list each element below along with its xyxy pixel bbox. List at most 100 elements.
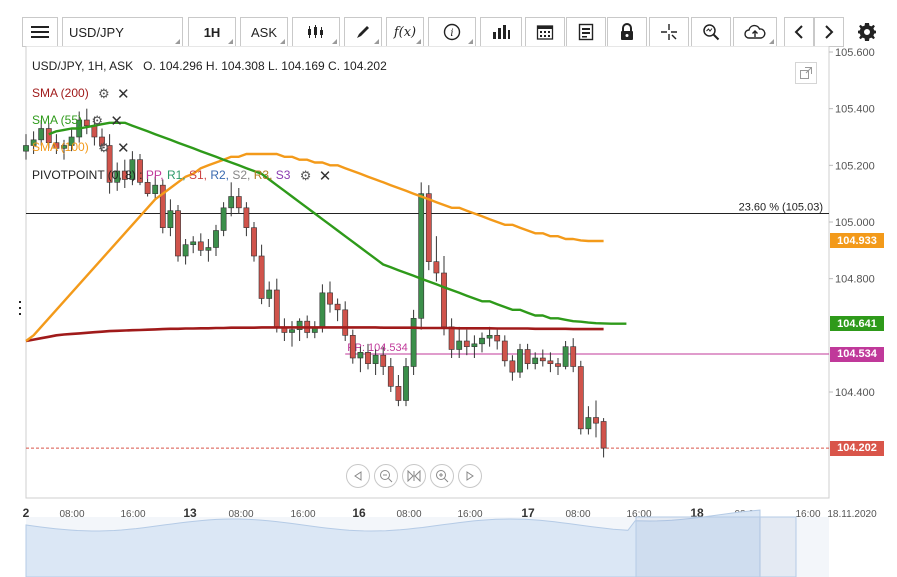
candle[interactable] [585,417,592,430]
reset-view-button[interactable] [402,464,426,488]
timeframe-select[interactable]: 1H [188,17,236,47]
candle[interactable] [349,335,356,359]
candle[interactable] [547,360,554,364]
candle[interactable] [213,230,219,248]
formula-button[interactable]: f(x) [386,17,424,47]
candle[interactable] [509,360,516,373]
candle[interactable] [167,210,174,228]
candle[interactable] [175,210,181,257]
info-button[interactable]: i [428,17,476,47]
zoom-out-button[interactable] [374,464,398,488]
price-type-select[interactable]: ASK [240,17,288,47]
candle[interactable] [463,340,470,347]
candle[interactable] [532,357,539,364]
candle[interactable] [570,346,577,367]
candle[interactable] [517,349,523,373]
candle[interactable] [342,309,349,336]
expand-chart-button[interactable] [795,62,817,84]
candle[interactable] [220,207,227,231]
candle[interactable] [228,196,235,209]
drawing-tool-button[interactable] [344,17,382,47]
candle[interactable] [273,289,280,328]
sma55-label: SMA (55) [32,113,83,128]
candle[interactable] [418,193,425,319]
candle[interactable] [289,329,295,333]
candle[interactable] [448,326,455,350]
candle[interactable] [197,241,204,251]
candle[interactable] [471,343,478,347]
candle[interactable] [190,241,197,245]
pan-right-button[interactable] [458,464,482,488]
candle[interactable] [372,354,379,364]
candle[interactable] [152,184,159,194]
candle[interactable] [182,244,189,257]
candle[interactable] [539,357,546,362]
legend-sma100[interactable]: SMA (100) ⚙ ✕ [32,139,130,157]
indicators-button[interactable] [480,17,522,47]
close-icon[interactable]: ✕ [319,167,332,185]
legend-pivotpoint[interactable]: PIVOTPOINT (0, 8) : PP, R1, S1, R2, S2, … [32,167,331,185]
candle[interactable] [486,335,493,339]
candle[interactable] [319,292,326,328]
crosshair-button[interactable] [649,17,689,47]
candle[interactable] [365,352,371,364]
candle[interactable] [555,363,561,367]
pan-left-button[interactable] [346,464,370,488]
close-icon[interactable]: ✕ [117,85,130,103]
navigator-window[interactable] [635,516,797,577]
scroll-right-button[interactable] [814,17,844,47]
candle[interactable] [433,261,440,274]
scroll-left-button[interactable] [784,17,814,47]
crosshair-icon [661,24,677,40]
calendar-button[interactable] [525,17,565,47]
candle[interactable] [251,227,257,257]
candle[interactable] [258,255,265,299]
price-chart[interactable]: 105.600 105.400 105.200 105.000 104.800 104.4… [0,46,897,577]
gear-icon[interactable]: ⚙ [98,140,110,156]
candle[interactable] [266,289,273,299]
candle[interactable] [410,318,417,367]
candle[interactable] [334,303,341,311]
candle[interactable] [441,272,447,328]
candle[interactable] [593,417,599,424]
gear-icon[interactable]: ⚙ [98,86,110,102]
cloud-upload-button[interactable] [733,17,777,47]
candle[interactable] [235,196,242,209]
close-icon[interactable]: ✕ [117,139,130,157]
candle[interactable] [425,193,432,262]
hamburger-icon [31,26,49,38]
gear-icon[interactable]: ⚙ [300,168,312,184]
zoom-in-button[interactable] [430,464,454,488]
menu-button[interactable] [22,17,58,47]
candle[interactable] [387,366,394,387]
candle[interactable] [205,247,212,251]
candle[interactable] [380,354,387,367]
symbol-select[interactable]: USD/JPY [62,17,183,47]
chart-type-button[interactable] [292,17,340,47]
candle[interactable] [395,386,402,401]
template-button[interactable] [566,17,606,47]
candle[interactable] [23,145,29,152]
legend-sma200[interactable]: SMA (200) ⚙ ✕ [32,85,130,103]
bar-chart-icon [493,25,510,39]
candle[interactable] [577,366,584,430]
candle[interactable] [494,335,501,342]
candle[interactable] [562,346,569,367]
zoom-button[interactable] [691,17,731,47]
candle[interactable] [357,352,364,359]
candle[interactable] [403,366,409,401]
sma200-label: SMA (200) [32,86,89,101]
candle[interactable] [524,349,531,364]
gear-icon[interactable]: ⚙ [91,113,103,129]
close-icon[interactable]: ✕ [110,112,123,130]
settings-button[interactable] [850,17,884,47]
zoom-out-icon [380,470,393,483]
candle[interactable] [501,340,508,362]
legend-sma55[interactable]: SMA (55) ⚙ ✕ [32,112,123,130]
candle[interactable] [327,292,333,305]
candle[interactable] [600,421,607,449]
lock-button[interactable] [607,17,647,47]
candle[interactable] [456,340,463,350]
candle[interactable] [243,207,250,228]
candle[interactable] [479,337,485,345]
